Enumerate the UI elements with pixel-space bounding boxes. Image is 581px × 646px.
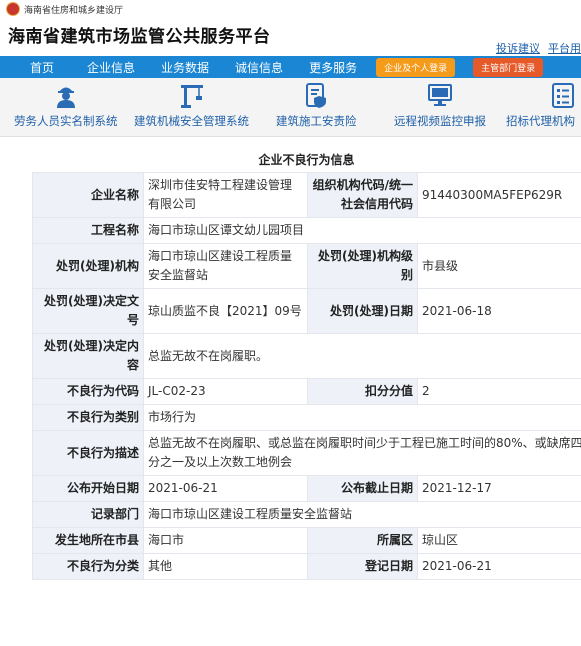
field-value: 琼山质监不良【2021】09号 xyxy=(143,288,308,334)
detail-row: 企业名称 深圳市佳安特工程建设管理有限公司 组织机构代码/统一社会信用代码 91440… xyxy=(32,172,581,218)
crane-icon xyxy=(179,82,205,108)
field-value: JL-C02-23 xyxy=(143,378,308,405)
field-value: 总监无故不在岗履职、或总监在岗履职时间少于工程已施工时间的80%、或缺席四分之一… xyxy=(143,430,581,476)
enterprise-login-button[interactable]: 企业及个人登录 xyxy=(376,57,456,77)
field-value: 市县级 xyxy=(417,243,581,289)
site-title: 海南省建筑市场监管公共服务平台 xyxy=(8,27,271,47)
system-label: 远程视频监控申报 xyxy=(394,114,486,128)
system-machinery[interactable]: 建筑机械安全管理系统 xyxy=(134,78,249,136)
field-label: 公布截止日期 xyxy=(307,475,418,502)
org-brand: 海南省住房和城乡建设厅 xyxy=(6,2,123,16)
system-label: 建筑机械安全管理系统 xyxy=(134,114,249,128)
field-value: 海口市琼山区建设工程质量安全监督站 xyxy=(143,243,308,289)
field-value: 市场行为 xyxy=(143,404,581,431)
main-nav: 首页 企业信息 业务数据 诚信信息 更多服务 企业及个人登录 主管部门登录 xyxy=(0,56,581,78)
detail-row: 处罚(处理)机构 海口市琼山区建设工程质量安全监督站 处罚(处理)机构级别 市县级 xyxy=(32,243,581,289)
field-label: 不良行为描述 xyxy=(32,430,144,476)
field-label: 工程名称 xyxy=(32,217,144,244)
detail-table: 企业名称 深圳市佳安特工程建设管理有限公司 组织机构代码/统一社会信用代码 91440… xyxy=(32,172,581,580)
system-bidding-agent[interactable]: 招标代理机构 xyxy=(506,78,576,136)
system-shortcuts: 劳务人员实名制系统 建筑机械安全管理系统 建筑施工安责险 远程视频监控申报 招标… xyxy=(0,78,581,137)
field-label: 不良行为分类 xyxy=(32,553,144,580)
system-labor[interactable]: 劳务人员实名制系统 xyxy=(14,78,118,136)
checklist-icon xyxy=(550,82,576,108)
monitor-icon xyxy=(427,82,453,108)
worker-icon xyxy=(53,82,79,108)
detail-row: 处罚(处理)决定文号 琼山质监不良【2021】09号 处罚(处理)日期 2021-06… xyxy=(32,288,581,334)
field-value: 海口市琼山区谭文幼儿园项目 xyxy=(143,217,581,244)
field-label: 记录部门 xyxy=(32,501,144,528)
detail-row: 工程名称 海口市琼山区谭文幼儿园项目 xyxy=(32,217,581,244)
field-value: 深圳市佳安特工程建设管理有限公司 xyxy=(143,172,308,218)
field-label: 处罚(处理)机构 xyxy=(32,243,144,289)
system-label: 招标代理机构 xyxy=(506,114,575,128)
field-value: 琼山区 xyxy=(417,527,581,554)
detail-row: 不良行为分类 其他 登记日期 2021-06-21 xyxy=(32,553,581,580)
detail-title: 企业不良行为信息 xyxy=(258,153,355,167)
system-video[interactable]: 远程视频监控申报 xyxy=(394,78,486,136)
system-label: 建筑施工安责险 xyxy=(276,114,357,128)
complaint-link[interactable]: 投诉建议 xyxy=(496,40,540,56)
field-label: 不良行为代码 xyxy=(32,378,144,405)
field-label: 所属区 xyxy=(307,527,418,554)
field-value: 总监无故不在岗履职。 xyxy=(143,333,581,379)
detail-row: 处罚(处理)决定内容 总监无故不在岗履职。 xyxy=(32,333,581,379)
dept-login-button[interactable]: 主管部门登录 xyxy=(473,57,544,77)
field-value: 2021-06-21 xyxy=(417,553,581,580)
top-links: 投诉建议 平台用 xyxy=(496,40,581,56)
detail-row: 不良行为代码 JL-C02-23 扣分分值 2 xyxy=(32,378,581,405)
system-label: 劳务人员实名制系统 xyxy=(14,114,118,128)
field-value: 2021-12-17 xyxy=(417,475,581,502)
detail-row: 不良行为描述 总监无故不在岗履职、或总监在岗履职时间少于工程已施工时间的80%、或… xyxy=(32,430,581,476)
system-insurance[interactable]: 建筑施工安责险 xyxy=(276,78,357,136)
field-label: 处罚(处理)日期 xyxy=(307,288,418,334)
document-shield-icon xyxy=(303,82,329,108)
field-label: 处罚(处理)决定文号 xyxy=(32,288,144,334)
field-label: 处罚(处理)机构级别 xyxy=(307,243,418,289)
detail-row: 记录部门 海口市琼山区建设工程质量安全监督站 xyxy=(32,501,581,528)
field-value: 2021-06-18 xyxy=(417,288,581,334)
field-label: 企业名称 xyxy=(32,172,144,218)
emblem-icon xyxy=(6,2,20,16)
platform-link[interactable]: 平台用 xyxy=(548,40,581,56)
field-value: 2021-06-21 xyxy=(143,475,308,502)
nav-item-credit[interactable]: 诚信信息 xyxy=(222,59,296,76)
field-label: 登记日期 xyxy=(307,553,418,580)
detail-row: 公布开始日期 2021-06-21 公布截止日期 2021-12-17 xyxy=(32,475,581,502)
detail-row: 发生地所在市县 海口市 所属区 琼山区 xyxy=(32,527,581,554)
nav-item-enterprise[interactable]: 企业信息 xyxy=(74,59,148,76)
page-header: 海南省住房和城乡建设厅 海南省建筑市场监管公共服务平台 投诉建议 平台用 xyxy=(0,0,581,56)
field-value: 91440300MA5FEP629R xyxy=(417,172,581,218)
field-value: 海口市 xyxy=(143,527,308,554)
field-label: 公布开始日期 xyxy=(32,475,144,502)
field-label: 扣分分值 xyxy=(307,378,418,405)
nav-item-home[interactable]: 首页 xyxy=(0,59,74,76)
nav-item-more[interactable]: 更多服务 xyxy=(296,59,370,76)
org-name: 海南省住房和城乡建设厅 xyxy=(24,5,124,16)
field-label: 发生地所在市县 xyxy=(32,527,144,554)
bad-behavior-detail: 企业不良行为信息 企业名称 深圳市佳安特工程建设管理有限公司 组织机构代码/统一社会… xyxy=(32,148,581,580)
field-label: 不良行为类别 xyxy=(32,404,144,431)
detail-row: 不良行为类别 市场行为 xyxy=(32,404,581,431)
field-value: 2 xyxy=(417,378,581,405)
field-value: 海口市琼山区建设工程质量安全监督站 xyxy=(143,501,581,528)
field-label: 处罚(处理)决定内容 xyxy=(32,333,144,379)
field-value: 其他 xyxy=(143,553,308,580)
field-label: 组织机构代码/统一社会信用代码 xyxy=(307,172,418,218)
nav-item-business-data[interactable]: 业务数据 xyxy=(148,59,222,76)
